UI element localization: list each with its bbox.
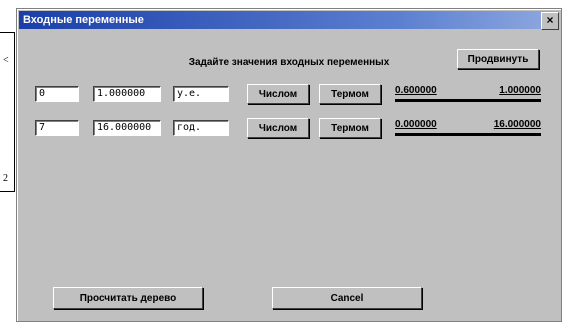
compute-tree-button[interactable]: Просчитать дерево [53, 287, 203, 309]
row2-numeric-button[interactable]: Числом [247, 118, 309, 138]
row2-index-field[interactable]: 7 [35, 120, 79, 136]
row2-range-min: 0.000000 [395, 119, 437, 130]
row2-unit-field[interactable]: год. [173, 120, 229, 136]
close-icon[interactable]: × [541, 12, 559, 30]
advance-button[interactable]: Продвинуть [457, 49, 539, 69]
row1-numeric-button[interactable]: Числом [247, 84, 309, 104]
row1-range: 0.600000 1.000000 [395, 85, 541, 102]
input-variables-dialog: Входные переменные × Задайте значения вх… [16, 8, 562, 322]
background-window-edge: < 2 [0, 32, 15, 192]
row2-term-button[interactable]: Термом [319, 118, 381, 138]
row2-range-max: 16.000000 [493, 119, 541, 130]
cancel-button[interactable]: Cancel [272, 287, 422, 309]
row2-range: 0.000000 16.000000 [395, 119, 541, 136]
dialog-titlebar[interactable]: Входные переменные × [19, 11, 559, 30]
row1-unit-field[interactable]: у.е. [173, 86, 229, 102]
dialog-title: Входные переменные [23, 14, 144, 26]
row2-value-field[interactable]: 16.000000 [93, 120, 161, 136]
row1-index-field[interactable]: 0 [35, 86, 79, 102]
row1-value-field[interactable]: 1.000000 [93, 86, 161, 102]
background-mark-top: < [3, 55, 9, 66]
background-mark-bottom: 2 [3, 173, 8, 184]
row1-range-min: 0.600000 [395, 85, 437, 96]
row1-term-button[interactable]: Термом [319, 84, 381, 104]
row1-range-max: 1.000000 [499, 85, 541, 96]
